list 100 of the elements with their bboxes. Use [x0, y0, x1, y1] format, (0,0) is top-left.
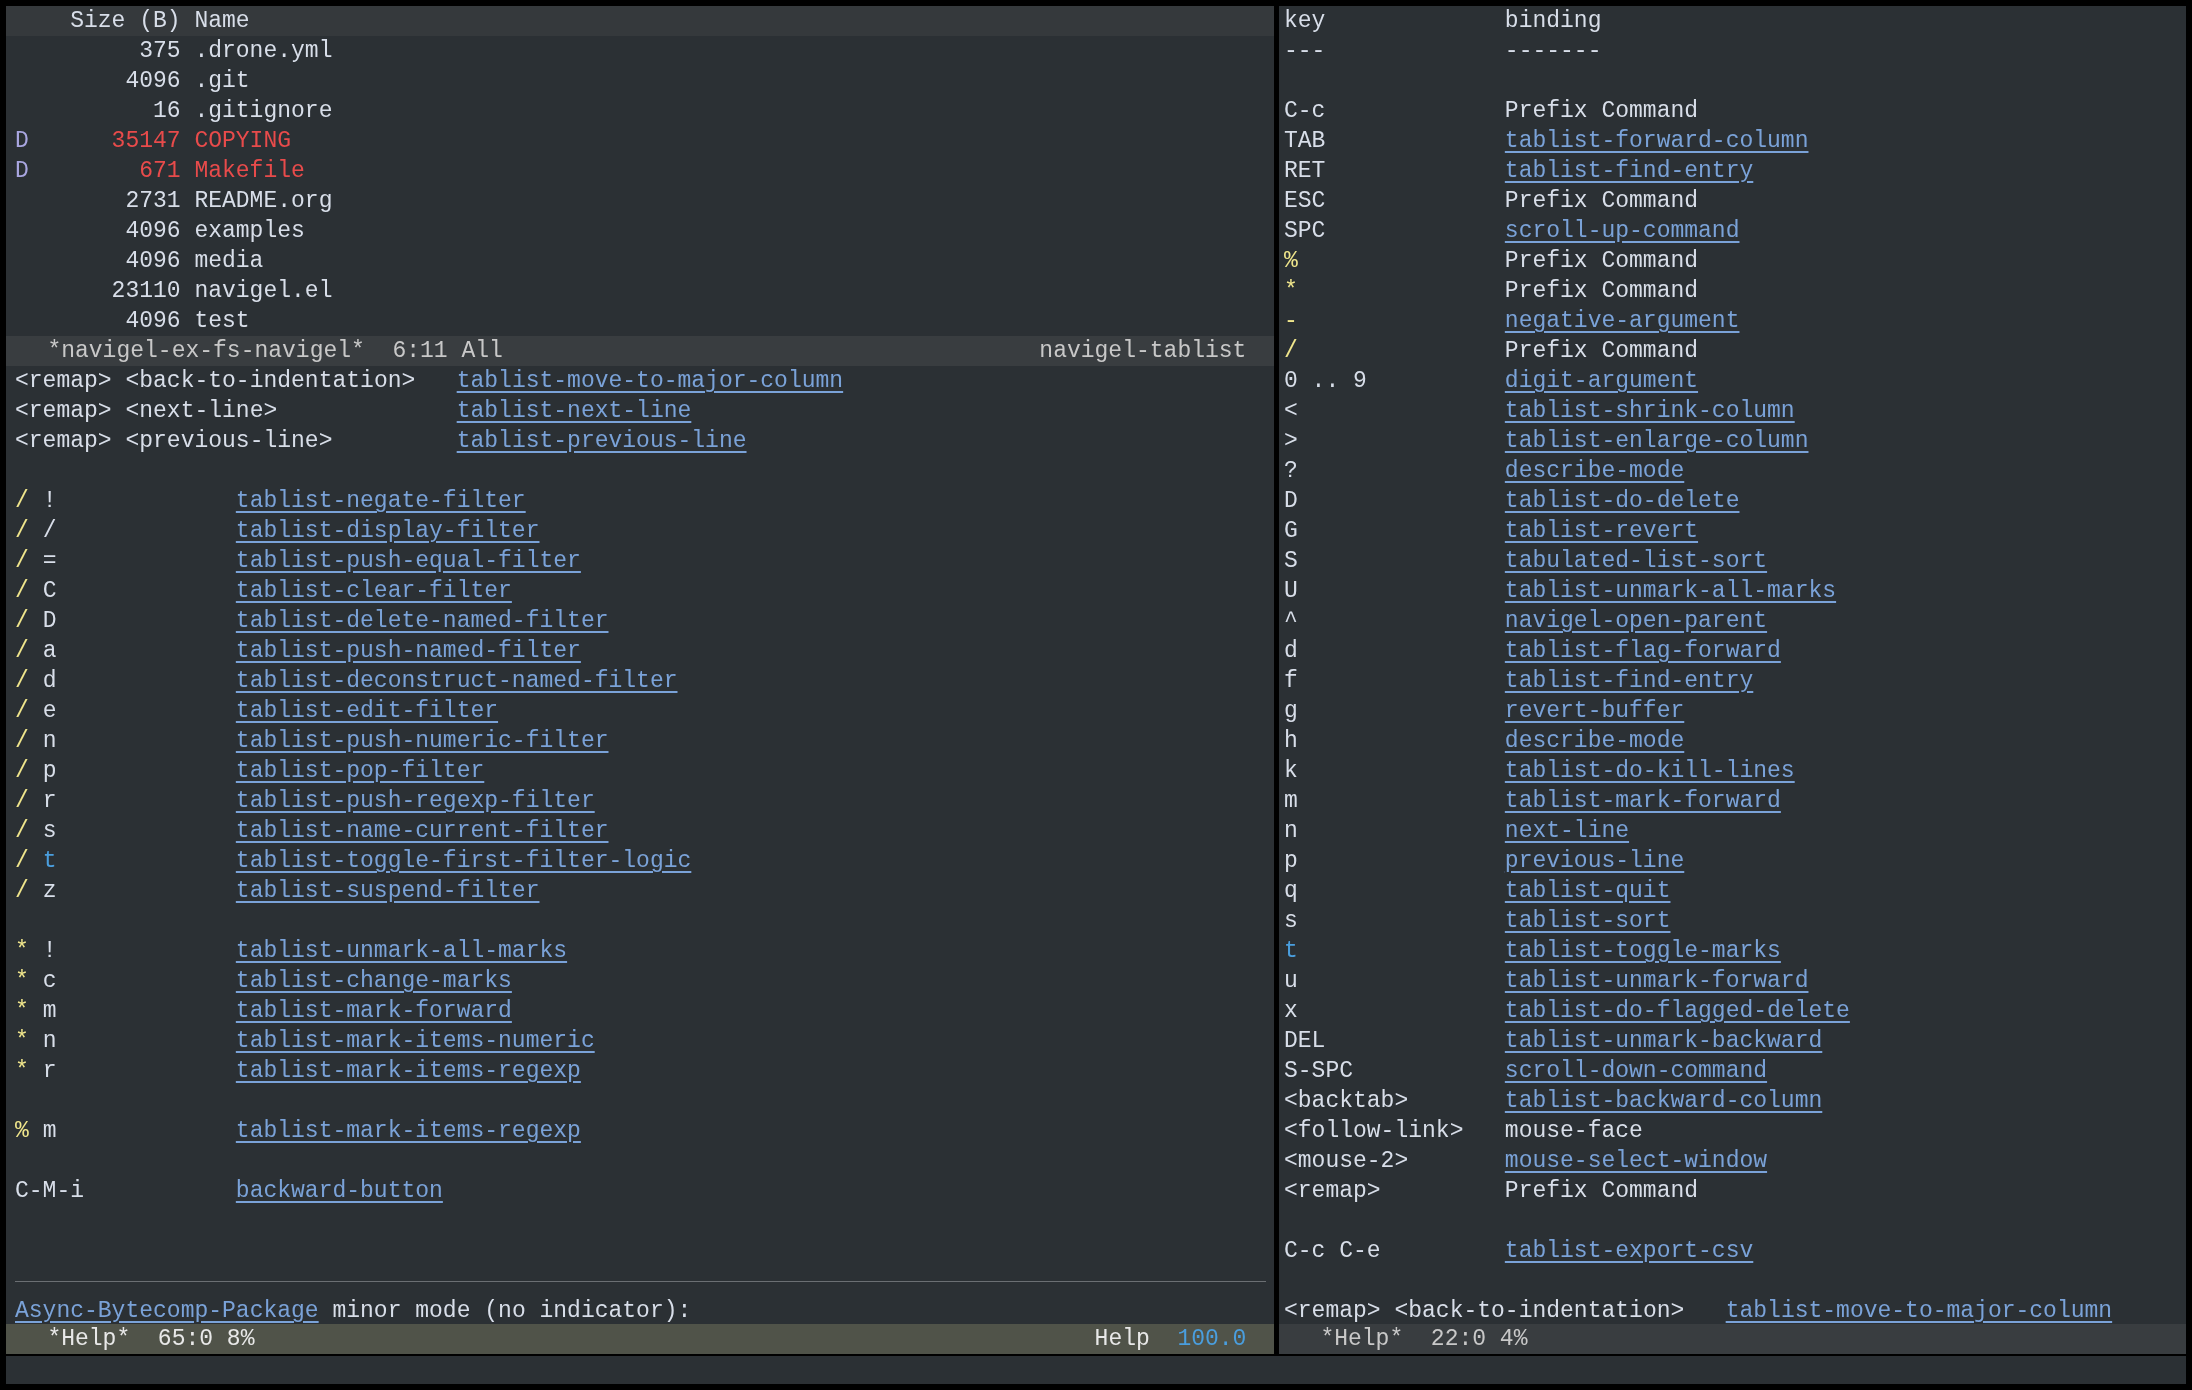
command-link[interactable]: tablist-move-to-major-column: [456, 366, 844, 396]
command-link[interactable]: tablist-mark-forward: [235, 996, 512, 1026]
heading-text: minor mode (no indicator):: [332, 1297, 692, 1324]
file-name[interactable]: .git: [194, 66, 250, 96]
key-label: <remap> <previous-line>: [15, 428, 333, 454]
scroll-position: All: [461, 337, 503, 366]
file-name[interactable]: .gitignore: [194, 96, 333, 126]
command-link[interactable]: tablist-flag-forward: [1504, 636, 1781, 666]
minibuffer[interactable]: [6, 1356, 2186, 1384]
file-name[interactable]: .drone.yml: [194, 36, 333, 66]
command-link[interactable]: tablist-unmark-forward: [1504, 966, 1809, 996]
command-link[interactable]: tablist-unmark-all-marks: [1504, 576, 1837, 606]
command-link[interactable]: describe-mode: [1504, 726, 1685, 756]
file-name[interactable]: test: [194, 306, 250, 336]
command-link[interactable]: tablist-forward-column: [1504, 126, 1809, 156]
command-link[interactable]: mouse-select-window: [1504, 1146, 1768, 1176]
command-link[interactable]: scroll-down-command: [1504, 1056, 1768, 1086]
key-label: * !: [15, 938, 57, 964]
key-label: / s: [15, 818, 57, 844]
command-link[interactable]: tablist-do-delete: [1504, 486, 1740, 516]
file-name[interactable]: media: [194, 246, 264, 276]
command-link[interactable]: tablist-sort: [1504, 906, 1671, 936]
key-label: -: [1284, 308, 1298, 334]
key-label: f: [1284, 668, 1298, 694]
file-name[interactable]: navigel.el: [194, 276, 333, 306]
command-link[interactable]: tablist-do-kill-lines: [1504, 756, 1795, 786]
command-link[interactable]: tablist-push-equal-filter: [235, 546, 581, 576]
mark-label: D: [15, 158, 29, 184]
key-label: ^: [1284, 608, 1298, 634]
command-link[interactable]: tablist-name-current-filter: [235, 816, 609, 846]
file-size: 35147: [110, 127, 181, 156]
cursor-position: 22:0: [1430, 1325, 1487, 1354]
command-link[interactable]: tablist-display-filter: [235, 516, 540, 546]
file-name[interactable]: README.org: [194, 186, 333, 216]
file-size: 4096: [124, 247, 181, 276]
command-link[interactable]: tablist-mark-forward: [1504, 786, 1781, 816]
command-link[interactable]: tablist-push-named-filter: [235, 636, 581, 666]
command-link[interactable]: tablist-revert: [1504, 516, 1699, 546]
key-label: >: [1284, 428, 1298, 454]
key-label: <: [1284, 398, 1298, 424]
command-link[interactable]: tablist-mark-items-numeric: [235, 1026, 595, 1056]
key-label: 0 .. 9: [1284, 368, 1367, 394]
buffer-name: *Help*: [47, 1325, 131, 1354]
command-link[interactable]: tablist-backward-column: [1504, 1086, 1823, 1116]
key-label: <remap> <back-to-indentation>: [1284, 1298, 1685, 1324]
command-link[interactable]: tablist-do-flagged-delete: [1504, 996, 1850, 1026]
command-link[interactable]: tabulated-list-sort: [1504, 546, 1768, 576]
mode-link[interactable]: Async-Bytecomp-Package: [15, 1296, 319, 1324]
command-link[interactable]: tablist-mark-items-regexp: [235, 1116, 581, 1146]
command-link[interactable]: previous-line: [1504, 846, 1685, 876]
command-link[interactable]: tablist-next-line: [456, 396, 692, 426]
command-link[interactable]: tablist-quit: [1504, 876, 1671, 906]
command-link[interactable]: tablist-find-entry: [1504, 156, 1754, 186]
command-link[interactable]: negative-argument: [1504, 306, 1740, 336]
key-label: d: [1284, 638, 1298, 664]
command-link[interactable]: tablist-mark-items-regexp: [235, 1056, 581, 1086]
command-link[interactable]: tablist-edit-filter: [235, 696, 499, 726]
column-header[interactable]: Name: [194, 6, 250, 36]
command-link[interactable]: tablist-deconstruct-named-filter: [235, 666, 678, 696]
command-link[interactable]: tablist-enlarge-column: [1504, 426, 1809, 456]
command-link[interactable]: tablist-pop-filter: [235, 756, 485, 786]
command-link[interactable]: navigel-open-parent: [1504, 606, 1768, 636]
command-link[interactable]: tablist-push-numeric-filter: [235, 726, 609, 756]
command-link[interactable]: tablist-delete-named-filter: [235, 606, 609, 636]
command-link[interactable]: tablist-shrink-column: [1504, 396, 1795, 426]
command-link[interactable]: tablist-suspend-filter: [235, 876, 540, 906]
key-label: <remap>: [1284, 1178, 1381, 1204]
command-link[interactable]: scroll-up-command: [1504, 216, 1740, 246]
key-label: / =: [15, 548, 57, 574]
command-link[interactable]: tablist-find-entry: [1504, 666, 1754, 696]
command-link[interactable]: backward-button: [235, 1176, 443, 1206]
command-link[interactable]: tablist-export-csv: [1504, 1236, 1754, 1266]
key-label: TAB: [1284, 128, 1326, 154]
command-link[interactable]: tablist-negate-filter: [235, 486, 526, 516]
column-header[interactable]: Size (B): [15, 6, 181, 36]
command-link[interactable]: tablist-unmark-all-marks: [235, 936, 568, 966]
key-label: / r: [15, 788, 57, 814]
command-link[interactable]: digit-argument: [1504, 366, 1699, 396]
command-link[interactable]: tablist-unmark-backward: [1504, 1026, 1823, 1056]
command-link[interactable]: next-line: [1504, 816, 1630, 846]
binding-text: mouse-face: [1504, 1117, 1643, 1146]
command-link[interactable]: tablist-toggle-first-filter-logic: [235, 846, 692, 876]
file-name[interactable]: COPYING: [194, 126, 292, 156]
key-label: x: [1284, 998, 1298, 1024]
command-link[interactable]: tablist-toggle-marks: [1504, 936, 1781, 966]
key-label: C-c: [1284, 98, 1326, 124]
command-link[interactable]: tablist-move-to-major-column: [1725, 1296, 2113, 1324]
command-link[interactable]: tablist-push-regexp-filter: [235, 786, 595, 816]
command-link[interactable]: tablist-clear-filter: [235, 576, 512, 606]
major-mode: Help: [1094, 1325, 1150, 1354]
file-name[interactable]: Makefile: [194, 156, 305, 186]
file-size: 2731: [124, 187, 181, 216]
command-link[interactable]: tablist-change-marks: [235, 966, 512, 996]
key-label: C-M-i: [15, 1178, 84, 1204]
key-label: ---: [1284, 38, 1326, 64]
command-link[interactable]: revert-buffer: [1504, 696, 1685, 726]
command-link[interactable]: describe-mode: [1504, 456, 1685, 486]
key-label: <follow-link>: [1284, 1118, 1464, 1144]
command-link[interactable]: tablist-previous-line: [456, 426, 747, 456]
file-name[interactable]: examples: [194, 216, 305, 246]
